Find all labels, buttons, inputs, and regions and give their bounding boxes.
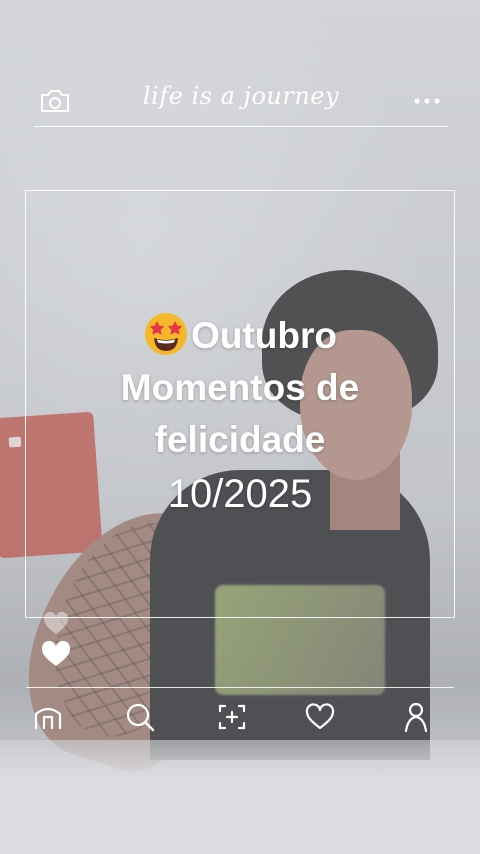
- add-post-icon: [218, 704, 246, 730]
- caption-month: Outubro: [191, 315, 337, 356]
- bottom-fade: [0, 740, 480, 854]
- floating-hearts: [38, 606, 74, 670]
- bottom-nav: [26, 687, 454, 748]
- heart-icon: [305, 703, 335, 730]
- caption-line-1: Outubro: [25, 310, 455, 362]
- nav-add-post[interactable]: [214, 700, 250, 734]
- caption-line-3: felicidade: [154, 419, 326, 460]
- profile-icon: [404, 702, 428, 733]
- tagline-text: life is a journey: [142, 82, 340, 110]
- heart-icon[interactable]: [38, 606, 74, 670]
- more-dots-icon[interactable]: [410, 86, 444, 116]
- nav-home[interactable]: [30, 700, 66, 734]
- caption-date: 10/2025: [167, 472, 313, 516]
- nav-search[interactable]: [122, 700, 158, 734]
- nav-profile[interactable]: [398, 700, 434, 734]
- search-icon: [126, 703, 155, 732]
- caption-line-2: Momentos de: [120, 367, 360, 408]
- top-bar: life is a journey: [34, 80, 448, 127]
- star-struck-emoji-icon: [143, 311, 189, 357]
- home-icon: [34, 707, 62, 730]
- caption: Outubro Momentos de felicidade 10/2025: [25, 310, 455, 522]
- nav-likes[interactable]: [302, 700, 338, 734]
